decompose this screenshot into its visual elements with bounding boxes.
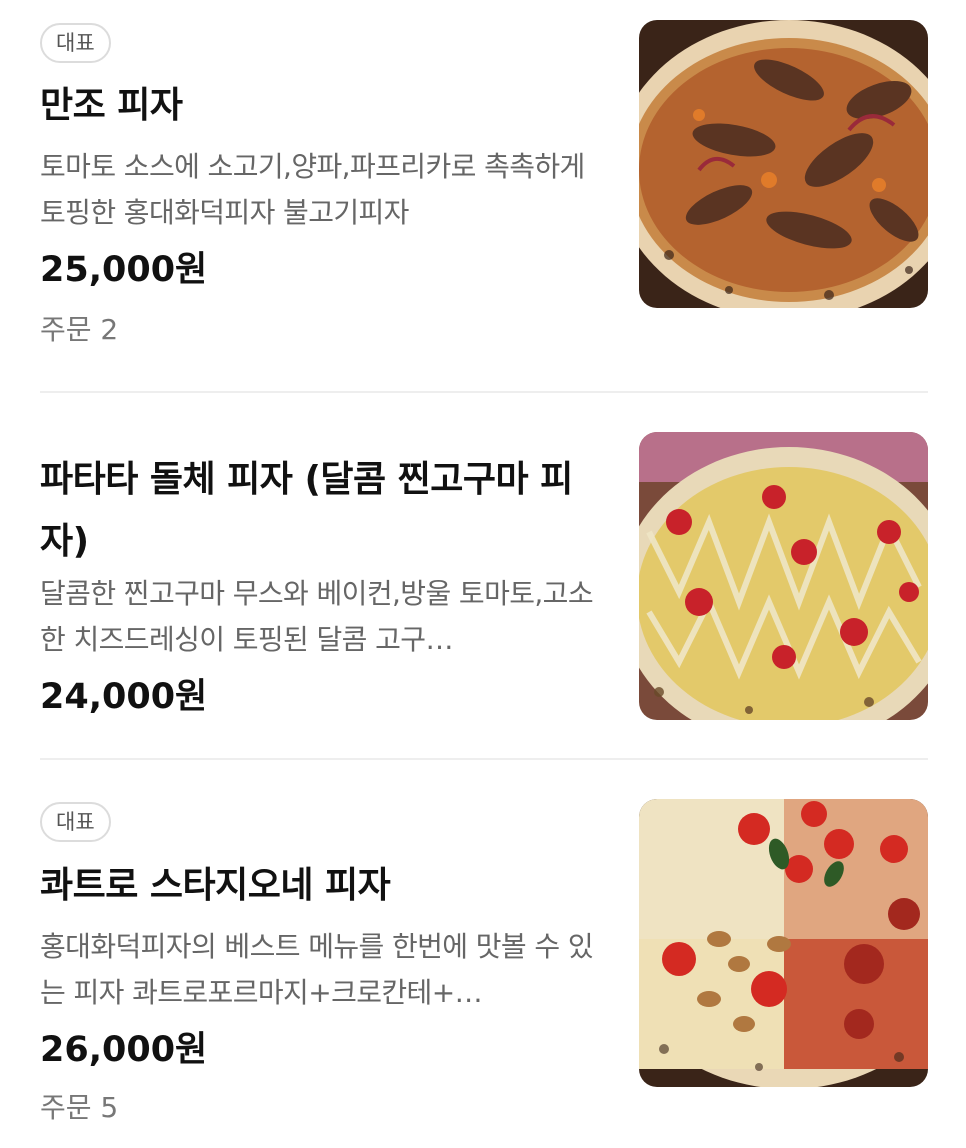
menu-item-description: 달콤한 찐고구마 무스와 베이컨,방울 토마토,고소한 치즈드레싱이 토핑된 달… [40,577,594,656]
menu-item-name: 콰트로 스타지오네 피자 [40,865,391,906]
menu-item-name: 파타타 돌체 피자 (달콤 찐고구마 피자) [40,459,573,562]
menu-item[interactable]: 대표 만조 피자 토마토 소스에 소고기,양파,파프리카로 촉촉하게 토핑한 홍… [40,0,928,390]
signature-badge: 대표 [40,802,111,842]
menu-item-photo[interactable] [639,20,928,308]
order-count: 주문 2 [40,313,119,346]
menu-item-name: 만조 피자 [40,85,183,126]
quattro-stagioni-pizza-image [639,799,928,1087]
sweet-potato-pizza-image [639,432,928,720]
menu-item-description: 토마토 소스에 소고기,양파,파프리카로 촉촉하게 토핑한 홍대화덕피자 불고기… [40,150,585,229]
signature-badge: 대표 [40,23,111,63]
order-count: 주문 5 [40,1091,119,1124]
bulgogi-pizza-image [639,20,928,308]
menu-list: 대표 만조 피자 토마토 소스에 소고기,양파,파프리카로 촉촉하게 토핑한 홍… [0,0,966,1148]
menu-item[interactable]: 파타타 돌체 피자 (달콤 찐고구마 피자) 달콤한 찐고구마 무스와 베이컨,… [40,393,928,759]
menu-item-photo[interactable] [639,799,928,1087]
menu-item-photo[interactable] [639,432,928,720]
menu-item[interactable]: 대표 콰트로 스타지오네 피자 홍대화덕피자의 베스트 메뉴를 한번에 맛볼 수… [40,760,928,1148]
menu-item-price: 24,000원 [40,677,208,717]
menu-item-description: 홍대화덕피자의 베스트 메뉴를 한번에 맛볼 수 있는 피자 콰트로포르마지+크… [40,930,594,1009]
menu-item-price: 26,000원 [40,1030,208,1070]
menu-item-price: 25,000원 [40,250,208,290]
